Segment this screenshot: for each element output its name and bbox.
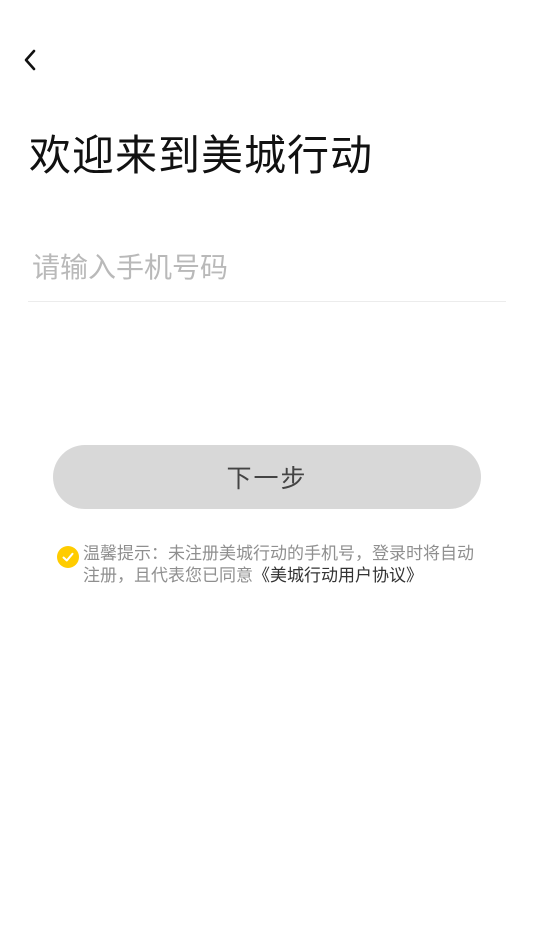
page-title: 欢迎来到美城行动 <box>29 131 374 180</box>
back-button[interactable] <box>14 44 46 76</box>
agreement-checkbox[interactable] <box>57 546 79 568</box>
phone-field <box>28 238 510 302</box>
next-step-button[interactable]: 下一步 <box>53 445 481 509</box>
check-circle-icon <box>62 552 74 562</box>
user-agreement-link[interactable]: 《美城行动用户协议》 <box>253 566 423 586</box>
chevron-left-icon <box>24 49 36 71</box>
tip-text: 温馨提示：未注册美城行动的手机号，登录时将自动注册，且代表您已同意《美城行动用户… <box>83 543 477 587</box>
registration-tip: 温馨提示：未注册美城行动的手机号，登录时将自动注册，且代表您已同意《美城行动用户… <box>57 543 477 587</box>
phone-input[interactable] <box>28 238 510 296</box>
